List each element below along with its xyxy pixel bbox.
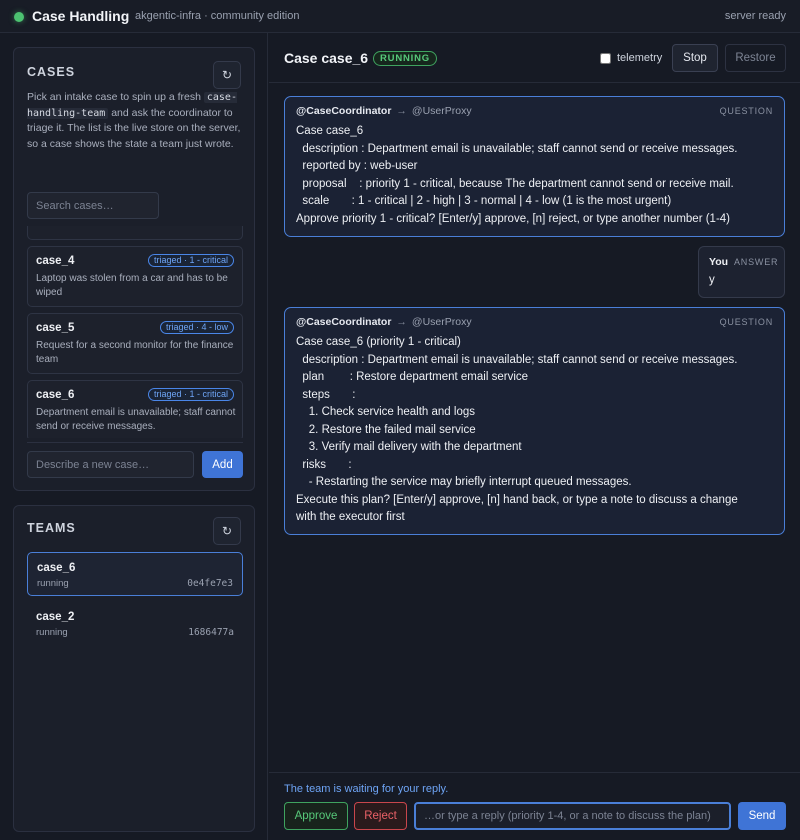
message-recipient: @UserProxy <box>411 316 472 328</box>
team-status: running <box>36 627 68 638</box>
add-case-button[interactable]: Add <box>202 451 243 478</box>
approve-button[interactable]: Approve <box>284 802 348 830</box>
case-description: Laptop was stolen from a car and has to … <box>36 273 228 298</box>
message-recipient: @UserProxy <box>411 105 472 117</box>
telemetry-toggle[interactable]: telemetry <box>600 52 662 64</box>
reply-input[interactable] <box>414 802 731 830</box>
message-kind: QUESTION <box>719 317 773 327</box>
message-body: Case case_6 description : Department ema… <box>296 125 738 225</box>
app-title: Case Handling <box>32 8 130 24</box>
cases-intro: Pick an intake case to spin up a fresh c… <box>27 91 241 150</box>
case-description: Request for a second monitor for the fin… <box>36 340 234 365</box>
message-header: @CaseCoordinator → @UserProxy <box>296 316 472 328</box>
top-bar: Case Handling akgentic-infra · community… <box>0 0 800 33</box>
main-panel: Case case_6 RUNNING telemetry Stop Resto… <box>269 33 800 840</box>
status-badge: RUNNING <box>373 51 437 66</box>
message-kind: ANSWER <box>734 257 779 267</box>
sidebar: CASES ↻ Pick an intake case to spin up a… <box>0 33 268 840</box>
team-status: running <box>37 578 69 589</box>
send-button[interactable]: Send <box>738 802 786 830</box>
telemetry-checkbox[interactable] <box>600 52 611 64</box>
case-item-case-5[interactable]: case_5 triaged · 4 - low Request for a s… <box>27 313 243 374</box>
status-badge: triaged · 1 - critical <box>147 388 234 401</box>
team-hash: 1686477a <box>188 627 234 638</box>
app-subtitle: akgentic-infra · community edition <box>135 10 300 22</box>
message-sender: @CaseCoordinator <box>296 316 392 328</box>
stop-button[interactable]: Stop <box>672 44 718 72</box>
team-item-case-6[interactable]: case_6 running 0e4fe7e3 <box>27 552 243 596</box>
message-sender: @CaseCoordinator <box>296 105 392 117</box>
restore-button[interactable]: Restore <box>725 44 786 72</box>
status-badge: triaged · 4 - low <box>159 321 234 334</box>
divider <box>27 442 243 443</box>
waiting-text: The team is waiting for your reply. <box>284 783 449 795</box>
message-kind: QUESTION <box>719 106 773 116</box>
answer-message: You ANSWER y <box>698 246 785 298</box>
search-cases-input[interactable] <box>27 192 159 219</box>
team-item-case-2[interactable]: case_2 running 1686477a <box>27 602 243 646</box>
teams-title: TEAMS <box>27 521 76 535</box>
answer-text: y <box>709 274 715 286</box>
server-status: server ready <box>724 10 786 22</box>
new-case-input[interactable] <box>27 451 194 478</box>
reject-button[interactable]: Reject <box>354 802 407 830</box>
refresh-teams-button[interactable]: ↻ <box>213 517 241 545</box>
arrow-right-icon: → <box>396 316 407 328</box>
case-item-case-4[interactable]: case_4 triaged · 1 - critical Laptop was… <box>27 246 243 307</box>
refresh-icon: ↻ <box>221 68 233 82</box>
team-hash: 0e4fe7e3 <box>187 578 233 589</box>
case-title: Case case_6 <box>284 50 369 66</box>
case-id: case_4 <box>36 255 75 267</box>
message-body: Case case_6 (priority 1 - critical) desc… <box>296 336 738 523</box>
case-list: case_4 triaged · 1 - critical Laptop was… <box>27 226 243 438</box>
message-header: @CaseCoordinator → @UserProxy <box>296 105 472 117</box>
refresh-icon: ↻ <box>221 524 233 538</box>
question-message: @CaseCoordinator → @UserProxy QUESTION Cas… <box>284 96 785 237</box>
telemetry-label: telemetry <box>617 52 663 64</box>
case-header: Case case_6 RUNNING telemetry Stop Resto… <box>269 33 800 83</box>
team-name: case_2 <box>36 611 75 623</box>
case-item-case-6[interactable]: case_6 triaged · 1 - critical Department… <box>27 380 243 438</box>
question-message: @CaseCoordinator → @UserProxy QUESTION Cas… <box>284 307 785 535</box>
status-badge: triaged · 1 - critical <box>147 254 234 267</box>
arrow-right-icon: → <box>396 105 407 117</box>
case-id: case_5 <box>36 322 75 334</box>
teams-panel: TEAMS ↻ case_6 running 0e4fe7e3 case_2 r… <box>13 505 255 832</box>
case-item-partial[interactable] <box>27 226 243 240</box>
cases-panel: CASES ↻ Pick an intake case to spin up a… <box>13 47 255 491</box>
refresh-cases-button[interactable]: ↻ <box>213 61 241 89</box>
status-dot-icon <box>14 12 24 22</box>
case-id: case_6 <box>36 389 75 401</box>
team-name: case_6 <box>37 562 76 574</box>
cases-title: CASES <box>27 65 76 79</box>
answer-author: You <box>709 256 729 268</box>
case-description: Department email is unavailable; staff c… <box>36 407 236 432</box>
reply-footer: The team is waiting for your reply. Appr… <box>269 772 800 840</box>
